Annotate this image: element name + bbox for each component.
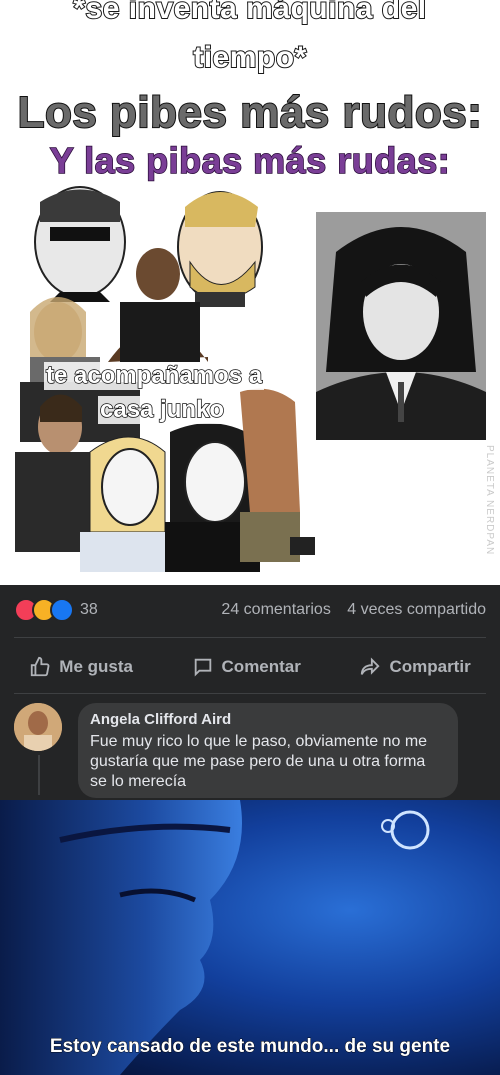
comment-count[interactable]: 24 comentarios [221, 601, 330, 618]
share-count[interactable]: 4 veces compartido [347, 601, 486, 618]
facebook-post-footer: 38 24 comentarios 4 veces compartido Me … [0, 585, 500, 800]
caption-line-1: te acompañamos a [44, 361, 265, 390]
meme-line-3: Los pibes más rudos: [17, 88, 483, 137]
watermark: PLANETA NERDPAN [484, 445, 495, 556]
thumbs-up-icon [31, 656, 50, 677]
divider-bottom [14, 693, 486, 694]
meme-line-2: tiempo* [192, 41, 307, 75]
chad-glasses-figure [34, 186, 126, 302]
post-stats: 24 comentarios 4 veces compartido [209, 601, 486, 619]
top-meme: *se inventa máquina del tiempo* Los pibe… [0, 0, 500, 585]
thread-line [38, 755, 40, 795]
like-label: Me gusta [59, 657, 133, 676]
share-button[interactable]: Compartir [359, 656, 471, 678]
blue-face-image [0, 800, 430, 1075]
comment-icon [194, 658, 211, 677]
avatar[interactable] [14, 703, 62, 751]
post-actions: Me gusta Comentar Compartir [0, 645, 500, 689]
comment-item: Angela Clifford Aird Fue muy rico lo que… [14, 703, 486, 798]
caption-line-2: casa junko [98, 395, 227, 424]
meme-line-1: *se inventa máquina del [72, 0, 427, 25]
meme-line-4: Y las pibas más rudas: [49, 140, 451, 181]
bottom-meme: Estoy cansado de este mundo... de su gen… [0, 800, 500, 1075]
like-button[interactable]: Me gusta [29, 656, 133, 678]
like-reaction-icon [50, 598, 74, 622]
share-icon [361, 657, 380, 675]
comment-text: Fue muy rico lo que le paso, obviamente … [90, 733, 428, 790]
bearded-chad-figure [177, 191, 263, 307]
comment-bubble: Angela Clifford Aird Fue muy rico lo que… [78, 703, 458, 798]
reaction-count: 38 [80, 601, 98, 618]
ring-icon [390, 810, 430, 850]
comment-author[interactable]: Angela Clifford Aird [90, 711, 446, 728]
subtitle: Estoy cansado de este mundo... de su gen… [49, 1036, 451, 1058]
comment-button[interactable]: Comentar [192, 656, 301, 678]
share-label: Compartir [389, 657, 471, 676]
portrait-photo [316, 212, 486, 440]
divider-top [14, 637, 486, 638]
camo-woman-figure [240, 388, 315, 562]
reaction-summary[interactable]: 38 [14, 598, 98, 622]
comment-label: Comentar [221, 657, 301, 676]
